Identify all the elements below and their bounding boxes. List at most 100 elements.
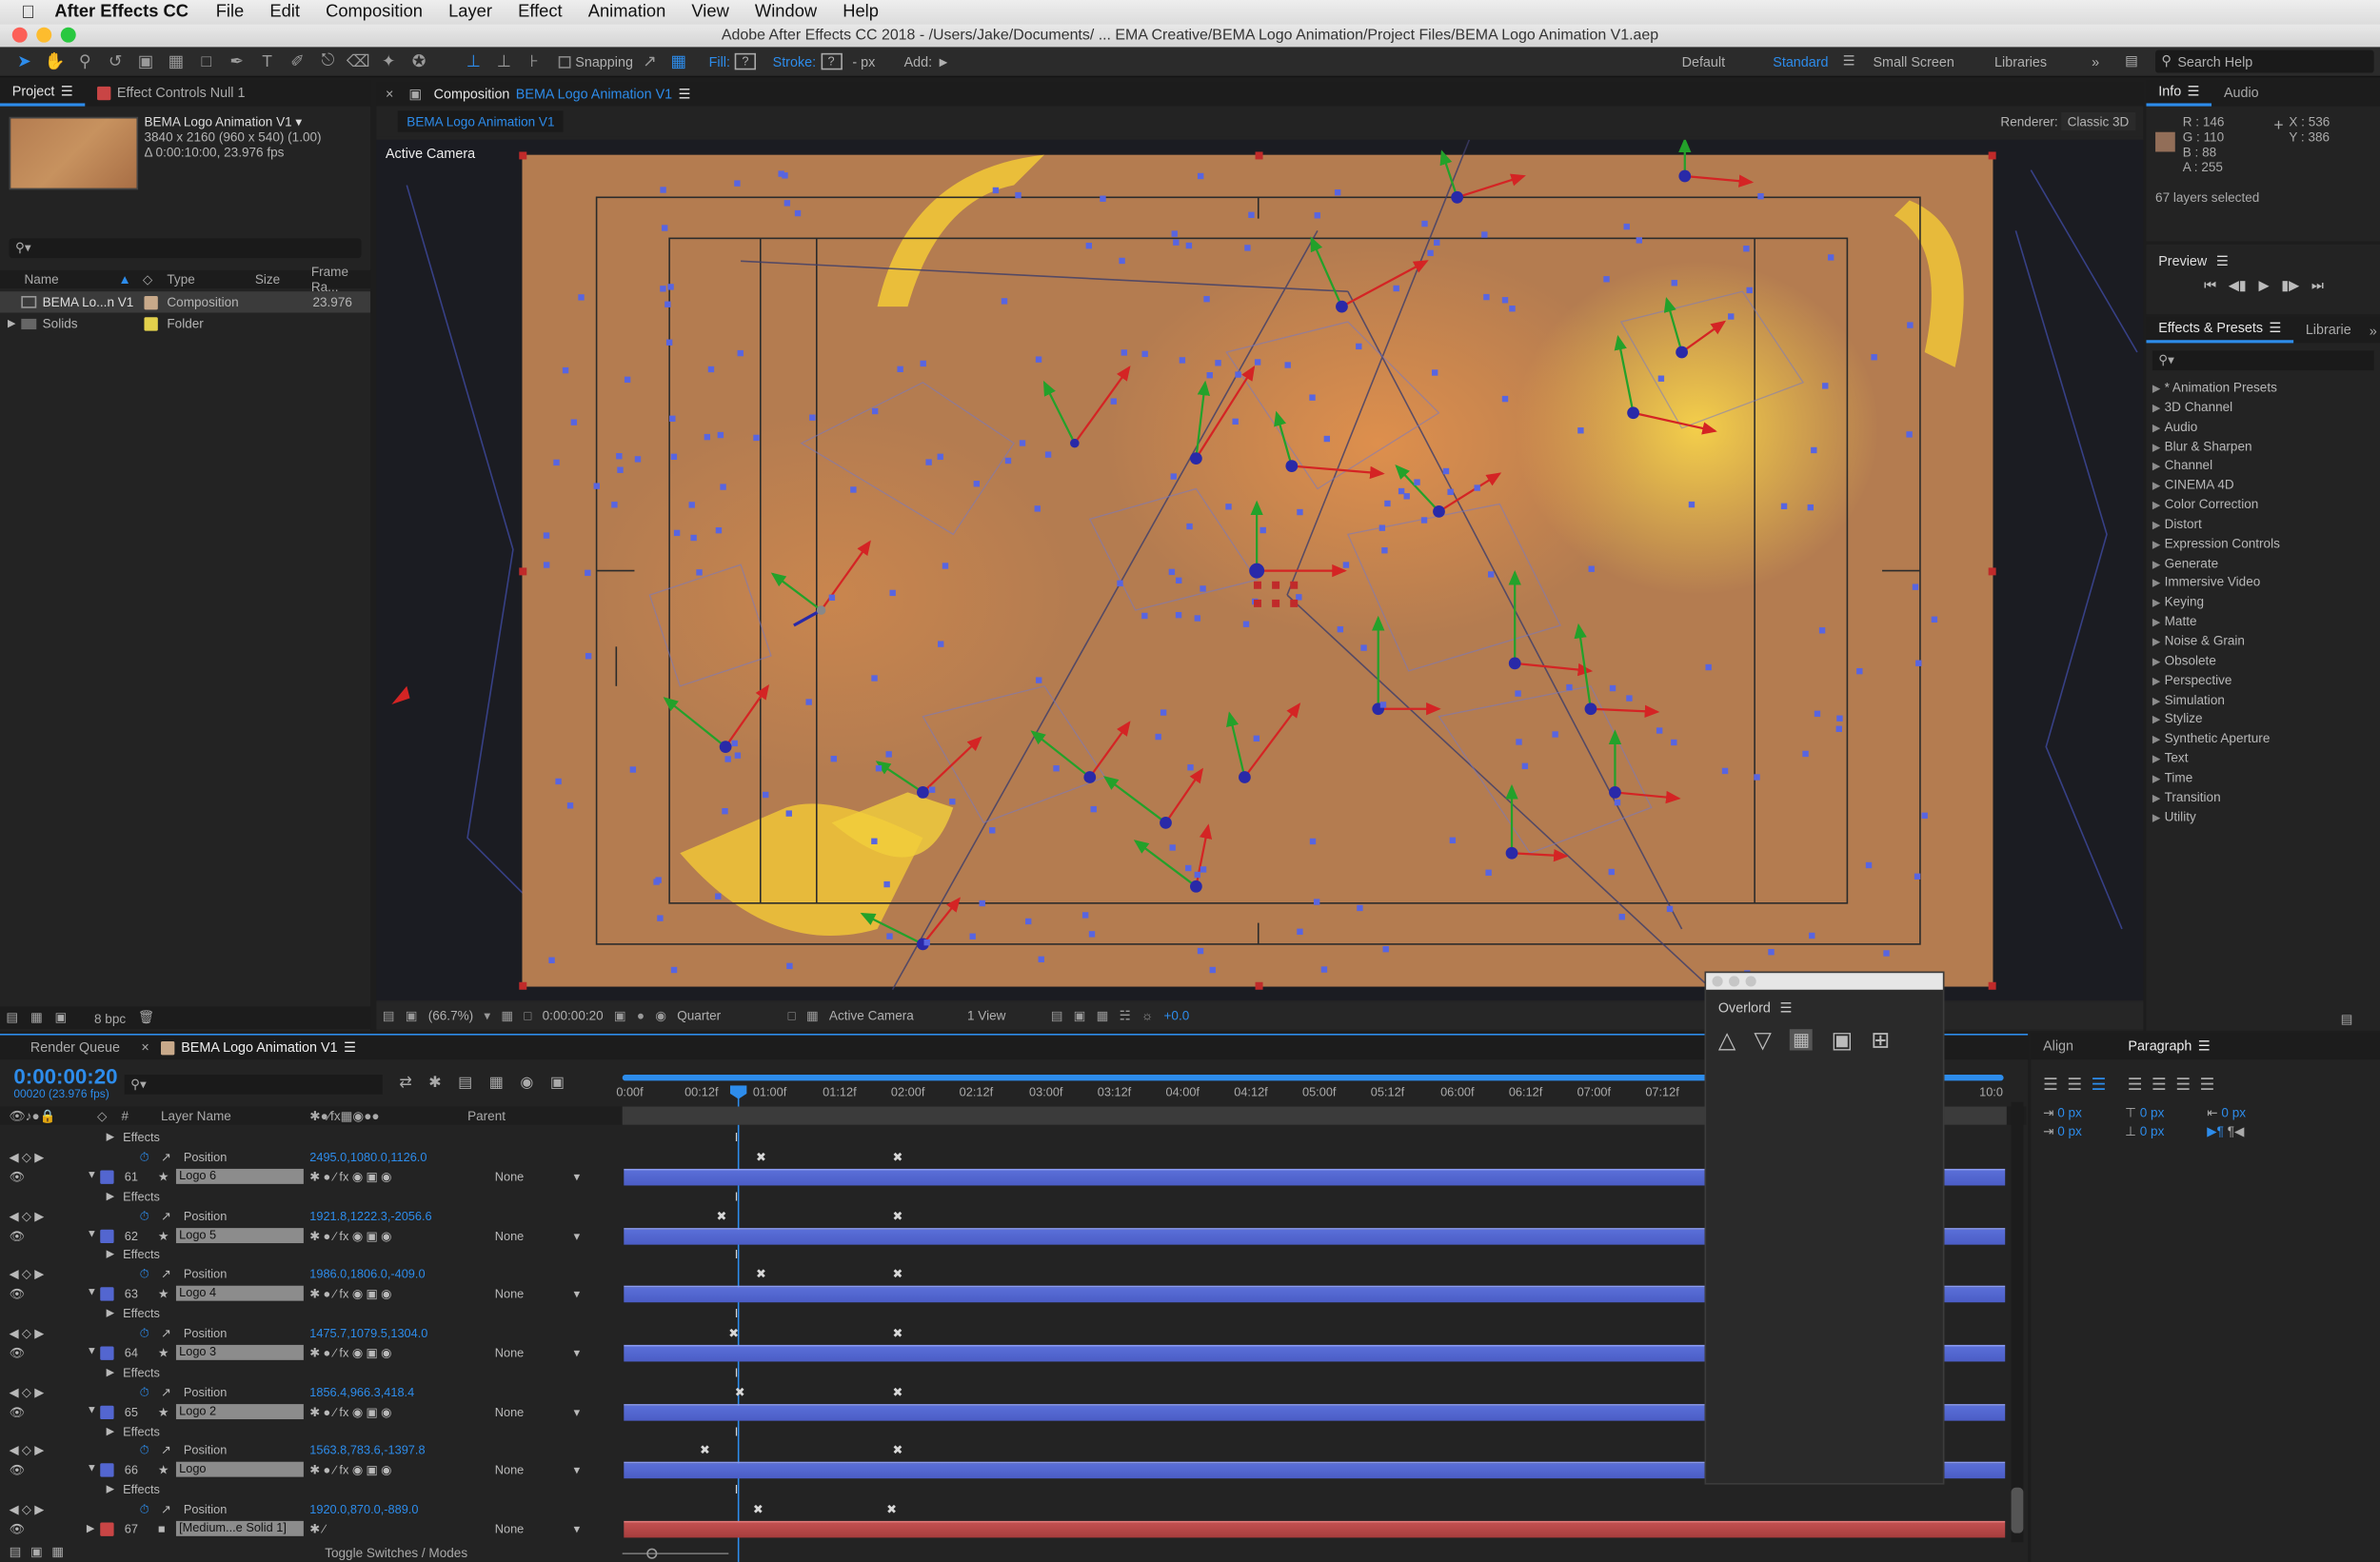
collapse-triangle-icon[interactable]: ▼ [87,1346,97,1356]
composition-canvas[interactable]: Active Camera [376,139,2144,1000]
vertex-handle[interactable] [570,419,578,425]
keyframe-icon[interactable]: ✖ [893,1444,903,1457]
layer-name[interactable]: Logo 3 [175,1344,304,1360]
minimize-window-button[interactable] [36,27,52,43]
vertex-handle[interactable] [1081,912,1089,919]
vertex-handle[interactable] [670,966,678,974]
visibility-eye-icon[interactable]: 👁 [10,1170,25,1183]
next-frame-icon[interactable]: ▮▶ [2281,278,2299,295]
vertex-handle[interactable] [830,756,837,762]
layer-name[interactable]: Logo 2 [175,1403,304,1419]
fill-label[interactable]: Fill: [709,54,730,69]
vertex-handle[interactable] [1200,866,1207,873]
col-layer-name[interactable]: Layer Name [161,1108,231,1123]
vertex-handle[interactable] [629,766,637,773]
comp-mini-flowchart-icon[interactable]: ⇄ [399,1075,411,1092]
vertex-handle[interactable] [1807,504,1814,511]
toggle-switches-modes[interactable]: Toggle Switches / Modes [325,1545,467,1560]
keyframe-icon[interactable]: ✖ [886,1503,897,1516]
effects-category[interactable]: ▶ Channel [2152,458,2380,477]
vertex-handle[interactable] [1501,395,1509,403]
expand-triangle-icon[interactable]: ▶ [2152,811,2165,823]
vertex-handle[interactable] [673,529,681,537]
snap-option-icon[interactable]: ↗ [638,51,663,71]
vertex-handle[interactable] [937,453,943,461]
vertex-handle[interactable] [1185,864,1192,872]
dropdown-chevron-icon[interactable]: ▾ [484,1007,490,1024]
layer-switches-icon[interactable]: ✱ ● ∕ fx ◉ ▣ ◉ [309,1229,391,1242]
vertex-handle[interactable] [704,433,711,441]
vertex-handle[interactable] [1827,254,1835,261]
vertex-handle[interactable] [1309,394,1316,401]
effects-search-input[interactable]: ⚲▾ [2152,350,2374,371]
push-to-ae-icon[interactable]: △ [1718,1026,1735,1054]
rtl-direction-icon[interactable]: ¶◀ [2228,1123,2245,1138]
effects-category[interactable]: ▶ * Animation Presets [2152,380,2380,399]
parent-dropdown[interactable]: None [495,1522,524,1535]
vertex-handle[interactable] [1209,966,1216,974]
effects-category[interactable]: ▶ CINEMA 4D [2152,477,2380,496]
vertex-handle[interactable] [1434,239,1440,247]
vertex-handle[interactable] [1244,245,1251,251]
vertex-handle[interactable] [1811,446,1817,454]
stroke-width[interactable]: - px [852,54,875,69]
vertex-handle[interactable] [1907,322,1914,328]
layer-switches-icon[interactable]: ✱ ∕ [309,1522,325,1535]
position-value[interactable]: 1856.4,966.3,418.4 [309,1385,414,1398]
vertex-handle[interactable] [1516,739,1522,745]
clone-stamp-tool-icon[interactable]: ⎋ [316,51,341,71]
effects-category[interactable]: ▶ Noise & Grain [2152,633,2380,652]
col-name[interactable]: Name [25,271,59,287]
vertex-handle[interactable] [1019,440,1026,446]
keyframe-icon[interactable]: I [735,1131,739,1144]
vertex-handle[interactable] [1768,949,1775,956]
vertex-handle[interactable] [715,526,723,534]
vertex-handle[interactable] [660,187,666,193]
space-before-value[interactable]: 0 px [2140,1105,2165,1120]
tab-audio[interactable]: Audio [2211,81,2271,107]
vertex-handle[interactable] [734,752,742,759]
col-type[interactable]: Type [167,271,194,287]
tab-align[interactable]: Align [2031,1034,2085,1059]
graph-icon[interactable]: ↗ [161,1503,171,1516]
position-row[interactable]: ◀ ◇ ▶ ⏱ ↗ Position 1920.0,870.0,-889.0 ✖ ✖ [0,1500,2027,1520]
vertex-handle[interactable] [1728,313,1735,320]
vertex-handle[interactable] [1485,869,1492,876]
stopwatch-icon[interactable]: ⏱ [140,1327,149,1342]
timeline-current-time[interactable]: 0:00:00:20 [13,1064,117,1089]
vertex-handle[interactable] [1403,493,1410,500]
vertex-handle[interactable] [1342,562,1350,568]
expand-triangle-icon[interactable]: ▶ [2152,636,2165,648]
vertex-handle[interactable] [897,366,903,373]
vertex-handle[interactable] [715,893,722,900]
vertex-handle[interactable] [1588,565,1595,572]
interpret-footage-icon[interactable]: ▤ [6,1009,18,1026]
vertex-handle[interactable] [1883,950,1890,957]
vertex-handle[interactable] [720,484,726,490]
vertex-handle[interactable] [1356,343,1362,350]
toggle-pixel-aspect-icon[interactable]: ▤ [1051,1007,1063,1024]
vertex-handle[interactable] [737,349,744,357]
vertex-handle[interactable] [717,431,724,439]
vertex-handle[interactable] [543,562,550,568]
close-tab-icon[interactable]: × [386,87,393,102]
vertex-handle[interactable] [1414,479,1420,485]
vertex-handle[interactable] [1780,503,1788,510]
monitor-icon[interactable]: ▣ [406,1007,418,1024]
new-bin-icon[interactable]: ▤ [2341,1011,2353,1028]
snap-feature-icon[interactable]: ▦ [666,51,691,71]
add-shape-icon[interactable]: ► [937,54,950,69]
menu-animation[interactable]: Animation [588,3,666,21]
lock-icon[interactable]: ▣ [408,86,422,103]
vertex-handle[interactable] [1088,931,1096,938]
label-color-swatch[interactable] [100,1346,114,1360]
app-menu[interactable]: After Effects CC [54,3,188,21]
stopwatch-icon[interactable]: ⏱ [140,1151,149,1166]
vertex-handle[interactable] [1754,774,1760,781]
vertex-handle[interactable] [1427,249,1434,257]
vertex-handle[interactable] [920,360,926,367]
visibility-eye-icon[interactable]: 👁 [10,1464,25,1477]
vertex-handle[interactable] [1743,246,1750,252]
vertex-handle[interactable] [688,502,695,508]
graph-icon[interactable]: ↗ [161,1268,171,1281]
